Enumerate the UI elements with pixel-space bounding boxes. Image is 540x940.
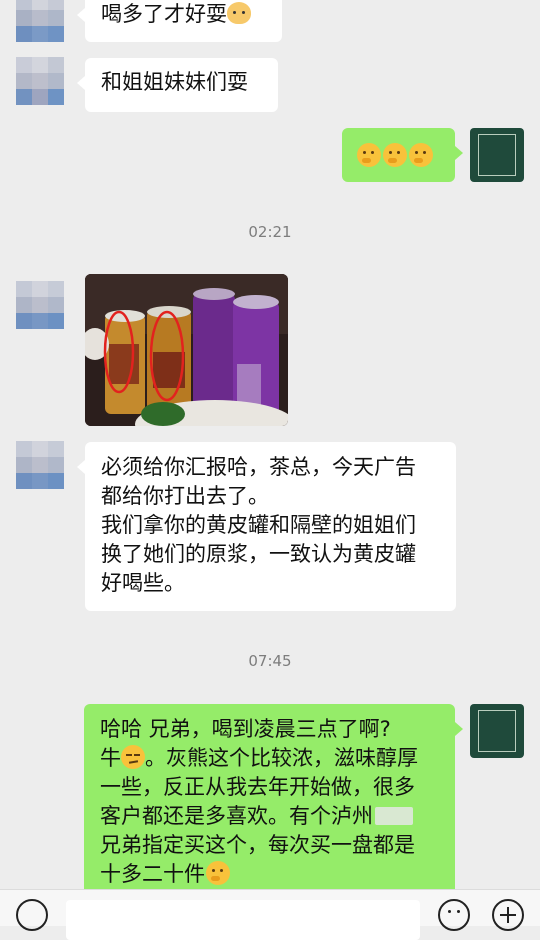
avatar-frame [478, 710, 516, 752]
more-actions-icon[interactable] [492, 899, 524, 931]
contact-avatar[interactable] [16, 57, 64, 105]
message-bubble-incoming[interactable]: 和姐姐妹妹们耍 [77, 58, 278, 112]
my-avatar[interactable] [470, 704, 524, 758]
message-text: 一些，反正从我去年开始做，很多 [100, 775, 415, 799]
message-text: 牛 [100, 746, 121, 770]
contact-avatar[interactable] [16, 0, 64, 42]
message-text: 必须给你汇报哈，茶总，今天广告 [101, 455, 416, 479]
avatar-frame [478, 134, 516, 176]
thinking-face-emoji-icon [357, 143, 381, 167]
contact-avatar[interactable] [16, 281, 64, 329]
contact-avatar[interactable] [16, 441, 64, 489]
thinking-face-emoji-icon [409, 143, 433, 167]
thinking-face-emoji-icon [383, 143, 407, 167]
message-text: 我们拿你的黄皮罐和隔壁的姐姐们 [101, 513, 416, 537]
message-bubble-incoming[interactable]: 喝多了才好耍 [77, 0, 282, 42]
message-bubble-outgoing[interactable] [342, 128, 463, 182]
message-text: 。灰熊这个比较浓，滋味醇厚 [145, 746, 418, 770]
timestamp: 02:21 [248, 223, 292, 241]
redacted-text [375, 807, 413, 825]
message-text: 十多二十件 [100, 862, 205, 886]
message-text: 都给你打出去了。 [101, 484, 269, 508]
message-text: 喝多了才好耍 [101, 2, 227, 26]
message-text: 哈哈 兄弟，喝到凌晨三点了啊? [100, 717, 391, 741]
message-text: 换了她们的原浆，一致认为黄皮罐 [101, 542, 416, 566]
cans-photo [85, 274, 288, 426]
message-input[interactable] [66, 900, 420, 940]
input-bar [0, 889, 540, 940]
timestamp: 07:45 [248, 652, 292, 670]
message-text: 和姐姐妹妹们耍 [101, 70, 248, 94]
message-text: 兄弟指定买这个，每次买一盘都是 [100, 833, 415, 857]
smirk-emoji-icon [121, 745, 145, 769]
emoji-picker-icon[interactable] [438, 899, 470, 931]
dog-emoji-icon [227, 2, 251, 24]
message-text: 客户都还是多喜欢。有个泸州 [100, 804, 373, 828]
thinking-face-emoji-icon [206, 861, 230, 885]
message-bubble-outgoing[interactable]: 哈哈 兄弟，喝到凌晨三点了啊? 牛。灰熊这个比较浓，滋味醇厚 一些，反正从我去年… [84, 704, 463, 904]
my-avatar[interactable] [470, 128, 524, 182]
image-message[interactable] [85, 274, 288, 426]
voice-input-icon[interactable] [16, 899, 48, 931]
message-text: 好喝些。 [101, 571, 185, 595]
message-bubble-incoming[interactable]: 必须给你汇报哈，茶总，今天广告 都给你打出去了。 我们拿你的黄皮罐和隔壁的姐姐们… [77, 442, 456, 611]
